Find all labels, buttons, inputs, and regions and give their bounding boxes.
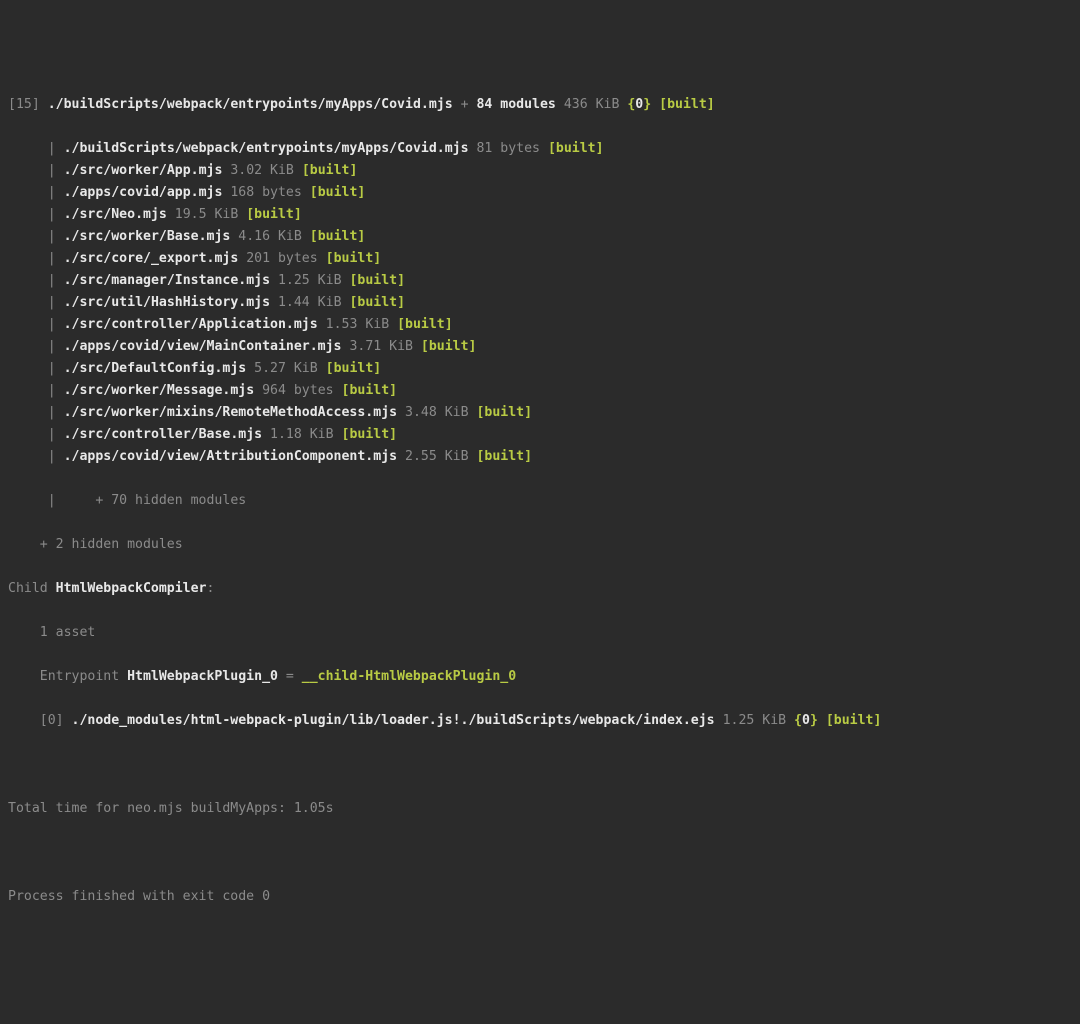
module-row: | ./src/Neo.mjs 19.5 KiB [built] <box>8 204 1072 226</box>
entrypoint-name: HtmlWebpackPlugin_0 <box>127 669 278 684</box>
module-path: ./src/worker/App.mjs <box>64 163 223 178</box>
module-path: ./src/worker/Message.mjs <box>64 383 255 398</box>
module-size: 4.16 KiB <box>230 229 309 244</box>
module-row: | ./src/worker/App.mjs 3.02 KiB [built] <box>8 160 1072 182</box>
child-name: HtmlWebpackCompiler <box>56 581 207 596</box>
module-row: | ./apps/covid/view/AttributionComponent… <box>8 446 1072 468</box>
module-row: | ./src/manager/Instance.mjs 1.25 KiB [b… <box>8 270 1072 292</box>
module-row: | ./src/controller/Application.mjs 1.53 … <box>8 314 1072 336</box>
module-row: | ./src/controller/Base.mjs 1.18 KiB [bu… <box>8 424 1072 446</box>
pipe: | <box>48 185 56 200</box>
module-row: | ./src/core/_export.mjs 201 bytes [buil… <box>8 248 1072 270</box>
built-tag: [built] <box>310 185 366 200</box>
built-tag: [built] <box>421 339 477 354</box>
pipe: | <box>48 339 56 354</box>
module-path: ./src/DefaultConfig.mjs <box>64 361 247 376</box>
child-module-size: 1.25 KiB <box>715 713 794 728</box>
pipe: | <box>48 427 56 442</box>
module-path: ./src/util/HashHistory.mjs <box>64 295 270 310</box>
built-tag: [built] <box>826 713 882 728</box>
module-row: | ./apps/covid/app.mjs 168 bytes [built] <box>8 182 1072 204</box>
module-path: ./src/worker/Base.mjs <box>64 229 231 244</box>
blank-line <box>8 754 1072 776</box>
module-row: | ./apps/covid/view/MainContainer.mjs 3.… <box>8 336 1072 358</box>
hidden-modules-outer: + 2 hidden modules <box>8 534 1072 556</box>
exit-line: Process finished with exit code 0 <box>8 886 1072 908</box>
entry-size: 436 KiB <box>556 97 627 112</box>
asset-count: 1 asset <box>8 622 1072 644</box>
pipe: | <box>48 295 56 310</box>
built-tag: [built] <box>476 405 532 420</box>
pipe: | <box>48 207 56 222</box>
module-path: ./apps/covid/view/AttributionComponent.m… <box>64 449 397 464</box>
module-size: 81 bytes <box>469 141 548 156</box>
child-compiler: Child HtmlWebpackCompiler: <box>8 578 1072 600</box>
hidden-modules-inner: | + 70 hidden modules <box>8 490 1072 512</box>
module-size: 201 bytes <box>238 251 325 266</box>
pipe: | <box>48 163 56 178</box>
pipe: | <box>48 361 56 376</box>
module-size: 964 bytes <box>254 383 341 398</box>
module-row: | ./src/DefaultConfig.mjs 5.27 KiB [buil… <box>8 358 1072 380</box>
module-size: 2.55 KiB <box>397 449 476 464</box>
built-tag: [built] <box>326 361 382 376</box>
module-size: 19.5 KiB <box>167 207 246 222</box>
pipe: | <box>48 251 56 266</box>
built-tag: [built] <box>310 229 366 244</box>
module-path: ./src/worker/mixins/RemoteMethodAccess.m… <box>64 405 397 420</box>
pipe: | <box>48 405 56 420</box>
entry-extra: 84 modules <box>476 97 555 112</box>
module-size: 168 bytes <box>222 185 309 200</box>
built-tag: [built] <box>326 251 382 266</box>
built-tag: [built] <box>302 163 358 178</box>
built-tag: [built] <box>342 383 398 398</box>
pipe: | <box>48 317 56 332</box>
module-path: ./apps/covid/view/MainContainer.mjs <box>64 339 342 354</box>
entry-path: ./buildScripts/webpack/entrypoints/myApp… <box>48 97 453 112</box>
module-size: 3.48 KiB <box>397 405 476 420</box>
pipe: | <box>48 141 56 156</box>
blank-line <box>8 842 1072 864</box>
entry-header: [15] ./buildScripts/webpack/entrypoints/… <box>8 94 1072 116</box>
built-tag: [built] <box>349 295 405 310</box>
pipe: | <box>48 449 56 464</box>
entry-index: [15] <box>8 97 40 112</box>
module-size: 1.25 KiB <box>270 273 349 288</box>
built-tag: [built] <box>397 317 453 332</box>
built-tag: [built] <box>246 207 302 222</box>
module-row: | ./src/worker/mixins/RemoteMethodAccess… <box>8 402 1072 424</box>
built-tag: [built] <box>342 427 398 442</box>
timing-line: Total time for neo.mjs buildMyApps: 1.05… <box>8 798 1072 820</box>
child-module-path: ./node_modules/html-webpack-plugin/lib/l… <box>64 713 715 728</box>
module-size: 1.53 KiB <box>318 317 397 332</box>
module-path: ./src/manager/Instance.mjs <box>64 273 270 288</box>
pipe: | <box>48 229 56 244</box>
module-size: 3.71 KiB <box>342 339 421 354</box>
module-size: 1.44 KiB <box>270 295 349 310</box>
module-row: | ./src/util/HashHistory.mjs 1.44 KiB [b… <box>8 292 1072 314</box>
built-tag: [built] <box>659 97 715 112</box>
module-row: | ./src/worker/Message.mjs 964 bytes [bu… <box>8 380 1072 402</box>
module-size: 3.02 KiB <box>222 163 301 178</box>
built-tag: [built] <box>349 273 405 288</box>
pipe: | <box>48 383 56 398</box>
module-path: ./buildScripts/webpack/entrypoints/myApp… <box>64 141 469 156</box>
module-path: ./src/core/_export.mjs <box>64 251 239 266</box>
module-path: ./src/controller/Application.mjs <box>64 317 318 332</box>
pipe: | <box>48 273 56 288</box>
module-row: | ./buildScripts/webpack/entrypoints/myA… <box>8 138 1072 160</box>
child-module: [0] ./node_modules/html-webpack-plugin/l… <box>8 710 1072 732</box>
module-row: | ./src/worker/Base.mjs 4.16 KiB [built] <box>8 226 1072 248</box>
built-tag: [built] <box>476 449 532 464</box>
entrypoint: Entrypoint HtmlWebpackPlugin_0 = __child… <box>8 666 1072 688</box>
built-tag: [built] <box>548 141 604 156</box>
entrypoint-output: __child-HtmlWebpackPlugin_0 <box>302 669 516 684</box>
module-path: ./src/Neo.mjs <box>64 207 167 222</box>
module-size: 1.18 KiB <box>262 427 341 442</box>
module-size: 5.27 KiB <box>246 361 325 376</box>
module-path: ./src/controller/Base.mjs <box>64 427 263 442</box>
module-path: ./apps/covid/app.mjs <box>64 185 223 200</box>
